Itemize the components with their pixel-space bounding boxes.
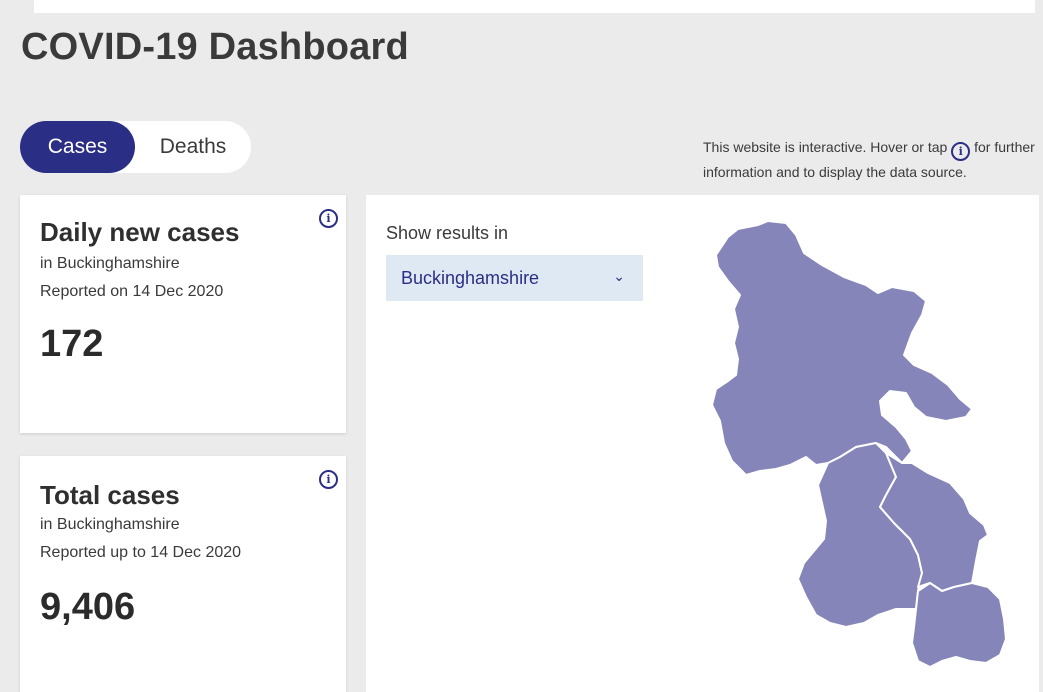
region-map [711,220,1007,668]
card-title: Daily new cases [40,217,240,247]
card-date: Reported up to 14 Dec 2020 [40,544,242,561]
interactive-note: This website is interactive. Hover or ta… [703,136,1038,183]
card-title: Total cases [40,480,180,510]
top-bar [34,0,1035,13]
map-region-north[interactable] [711,220,973,476]
total-cases-card: i Total cases in Buckinghamshire Reporte… [20,456,346,692]
card-date: Reported on 14 Dec 2020 [40,283,224,300]
deaths-toggle-button[interactable]: Deaths [135,121,251,173]
info-icon[interactable]: i [319,209,338,228]
note-text-before: This website is interactive. Hover or ta… [703,139,948,155]
map-region-south[interactable] [911,582,1007,668]
card-location: in Buckinghamshire [40,255,180,272]
info-icon[interactable]: i [319,470,338,489]
page-title: COVID-19 Dashboard [21,26,409,68]
cases-toggle-button[interactable]: Cases [20,121,135,173]
card-location: in Buckinghamshire [40,516,180,533]
map-panel: Show results in Buckinghamshire ⌄ [366,195,1039,692]
card-value: 9,406 [40,586,136,628]
metric-toggle: Cases Deaths [20,121,251,173]
info-icon[interactable]: i [951,142,971,161]
card-value: 172 [40,323,104,365]
daily-cases-card: i Daily new cases in Buckinghamshire Rep… [20,195,346,433]
